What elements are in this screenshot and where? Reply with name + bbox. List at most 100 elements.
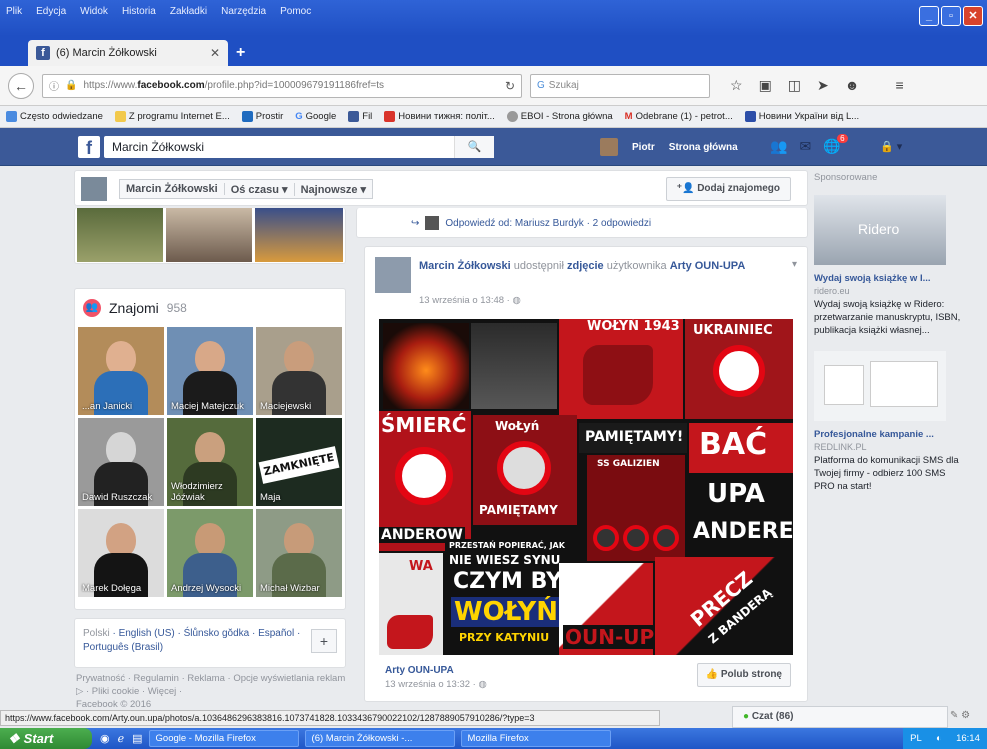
bookmark-item[interactable]: Z programu Internet E... (114, 111, 230, 122)
photo-link[interactable]: zdjęcie (567, 260, 604, 272)
friend-name[interactable]: ...an Janicki (82, 401, 132, 412)
friend-tile[interactable]: Andrzej Wysocki (167, 509, 253, 597)
reload-icon[interactable]: ↻ (505, 79, 515, 93)
photo-thumbnail[interactable] (77, 208, 163, 262)
minimize-button[interactable]: _ (919, 6, 939, 26)
friend-name[interactable]: Maja (260, 492, 281, 503)
new-tab-icon[interactable]: + (236, 44, 245, 62)
menu-help[interactable]: Pomoc (280, 6, 311, 17)
network-icon[interactable]: ◐ (936, 733, 942, 744)
star-icon[interactable]: ☆ (730, 77, 743, 94)
post-author-link[interactable]: Marcin Żółkowski (419, 260, 511, 272)
photo-thumbnail[interactable] (255, 208, 343, 262)
friend-tile[interactable]: ...an Janicki (78, 327, 164, 415)
ad-headline[interactable]: Profesjonalne kampanie ... (814, 429, 964, 440)
menu-history[interactable]: Historia (122, 6, 156, 17)
friend-name[interactable]: Maciejewski (260, 401, 311, 412)
more-languages-button[interactable]: + (311, 629, 337, 653)
browser-search-input[interactable]: G Szukaj (530, 73, 710, 98)
shared-page-link[interactable]: Arty OUN-UPA (385, 665, 454, 676)
menu-tools[interactable]: Narzędzia (221, 6, 266, 17)
start-button[interactable]: ❖ Start (0, 728, 92, 749)
chat-settings-icon[interactable]: ⚙ (961, 710, 970, 721)
ad-image[interactable]: Ridero (814, 195, 946, 265)
taskbar-item[interactable]: Google - Mozilla Firefox (148, 730, 299, 747)
send-icon[interactable]: ➤ (817, 77, 829, 94)
other-languages[interactable]: · English (US) · Ślůnsko gŏdka · Español… (83, 628, 300, 653)
profile-name-link[interactable]: Marcin Żółkowski (120, 183, 225, 195)
friend-tile[interactable]: Maciejewski (256, 327, 342, 415)
menu-bookmarks[interactable]: Zakładki (170, 6, 207, 17)
firefox-icon[interactable]: ◉ (100, 732, 110, 745)
friends-title[interactable]: Znajomi (109, 300, 159, 316)
facebook-logo-icon[interactable]: f (78, 136, 100, 158)
bookmark-item[interactable]: Новини України від L... (744, 111, 859, 122)
replies-link[interactable]: ↪ Odpowiedź od: Mariusz Burdyk · 2 odpow… (411, 216, 651, 230)
home-link[interactable]: Strona główna (669, 142, 738, 153)
close-tab-icon[interactable]: ✕ (210, 46, 220, 60)
taskbar-item[interactable]: (6) Marcin Żółkowski -... (304, 730, 455, 747)
post-options-icon[interactable]: ▾ (792, 259, 797, 270)
chat-bar[interactable]: ● Czat (86) (732, 706, 948, 728)
bookmark-item[interactable]: Prostir (241, 111, 283, 122)
bookmark-item[interactable]: Fil (348, 111, 372, 122)
ie-icon[interactable]: ℯ (118, 732, 125, 745)
friend-tile[interactable]: ZAMKNIĘTE Maja (256, 418, 342, 506)
page-link[interactable]: Arty OUN-UPA (670, 260, 746, 272)
bookmark-item[interactable]: Często odwiedzane (6, 111, 103, 122)
reply-text[interactable]: Odpowiedź od: Mariusz Burdyk · 2 odpowie… (445, 218, 651, 229)
timeline-filter[interactable]: Oś czasu ▾ (225, 182, 295, 196)
menu-edit[interactable]: Edycja (36, 6, 66, 17)
friend-name[interactable]: Marek Dołęga (82, 583, 141, 594)
url-bar[interactable]: ⓘ 🔒 https://www.facebook.com/profile.php… (42, 73, 522, 98)
bookmark-item[interactable]: M Odebrane (1) - petrot... (625, 111, 733, 122)
post-timestamp[interactable]: 13 września o 13:48 · ◍ (419, 295, 521, 306)
language-indicator[interactable]: PL (910, 733, 922, 744)
sort-filter[interactable]: Najnowsze ▾ (295, 183, 372, 196)
maximize-button[interactable]: ▫ (941, 6, 961, 26)
bookmark-item[interactable]: EBOI - Strona główna (506, 111, 613, 122)
friend-tile[interactable]: Maciej Matejczuk (167, 327, 253, 415)
bookmark-item[interactable]: G Google (295, 111, 336, 122)
messages-icon[interactable]: ✉ (799, 138, 811, 155)
avatar[interactable] (600, 138, 618, 156)
shared-timestamp[interactable]: 13 września o 13:32 · ◍ (385, 679, 487, 690)
desktop-icon[interactable]: ▤ (132, 732, 142, 745)
ad-image[interactable] (814, 351, 946, 421)
post-image-collage[interactable]: WOŁYŃ 1943 UKRAINIEC ŚMIERĆ ANDEROW WoŁy… (379, 319, 793, 655)
notifications-icon[interactable]: 🌐 6 (823, 134, 848, 155)
ad-headline[interactable]: Wydaj swoją książkę w I... (814, 273, 964, 284)
photo-thumbnail[interactable] (166, 208, 252, 262)
friend-tile[interactable]: Michał Wizbar (256, 509, 342, 597)
friend-name[interactable]: Dawid Ruszczak (82, 492, 152, 503)
chat-bubble-icon[interactable]: ☻ (845, 77, 860, 94)
friend-name[interactable]: Michał Wizbar (260, 583, 320, 594)
clipboard-icon[interactable]: ▣ (759, 77, 772, 94)
friend-name[interactable]: Andrzej Wysocki (171, 583, 241, 594)
bookmark-item[interactable]: Новини тижня: політ... (384, 111, 495, 122)
profile-link[interactable]: Piotr (632, 142, 655, 153)
taskbar-item[interactable]: Mozilla Firefox (460, 730, 611, 747)
friend-name[interactable]: Włodzimierz Jóźwiak (171, 481, 253, 503)
chat-compose-icon[interactable]: ✎ (950, 710, 958, 721)
facebook-search-input[interactable]: Marcin Żółkowski 🔍 (104, 136, 494, 158)
info-icon[interactable]: ⓘ (49, 78, 59, 93)
close-window-button[interactable]: ✕ (963, 6, 983, 26)
menu-file[interactable]: Plik (6, 6, 22, 17)
friend-requests-icon[interactable]: 👥 (770, 138, 787, 155)
friend-tile[interactable]: Włodzimierz Jóźwiak (167, 418, 253, 506)
post-author-avatar[interactable] (375, 257, 411, 293)
search-icon[interactable]: 🔍 (454, 136, 494, 158)
footer-links-text[interactable]: Prywatność · Regulamin · Reklama · Opcje… (76, 672, 348, 698)
like-page-button[interactable]: 👍 Polub stronę (696, 663, 791, 687)
friend-tile[interactable]: Marek Dołęga (78, 509, 164, 597)
friend-tile[interactable]: Dawid Ruszczak (78, 418, 164, 506)
back-icon[interactable]: ← (8, 72, 34, 99)
profile-thumbnail[interactable] (81, 177, 107, 201)
add-friend-button[interactable]: ⁺👤 Dodaj znajomego (665, 177, 791, 201)
friend-name[interactable]: Maciej Matejczuk (171, 401, 244, 412)
pocket-icon[interactable]: ◫ (788, 77, 801, 94)
menu-view[interactable]: Widok (80, 6, 108, 17)
hamburger-menu-icon[interactable]: ≡ (896, 77, 904, 94)
tab-facebook-profile[interactable]: f (6) Marcin Żółkowski ✕ (28, 40, 228, 66)
